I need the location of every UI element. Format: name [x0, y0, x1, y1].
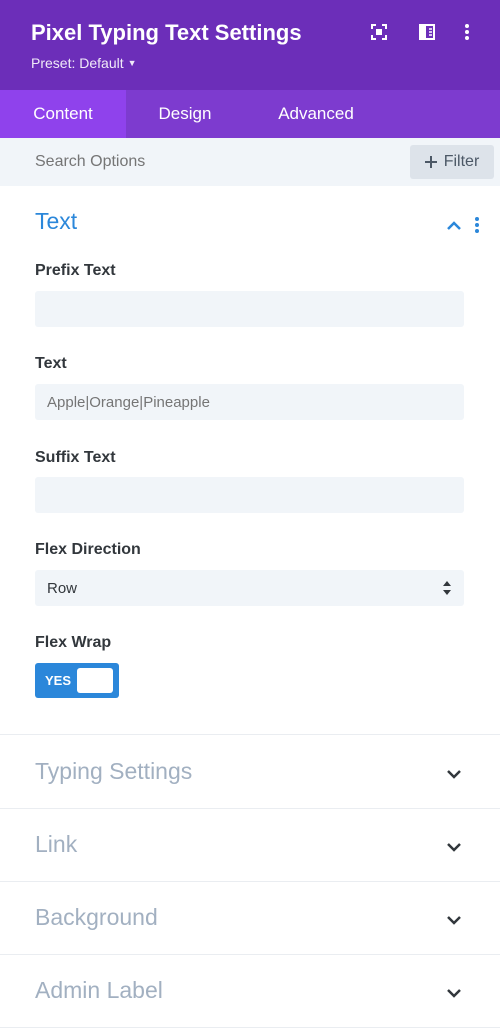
tab-advanced[interactable]: Advanced [244, 90, 388, 138]
toggle-knob [77, 668, 113, 693]
text-input[interactable] [35, 384, 464, 420]
section-typing-settings[interactable]: Typing Settings [0, 736, 500, 809]
text-label: Text [35, 355, 67, 372]
plus-icon [424, 156, 437, 168]
filter-label: Filter [443, 153, 480, 170]
settings-tabs: Content Design Advanced [0, 90, 500, 138]
section-admin-label[interactable]: Admin Label [0, 955, 500, 1028]
preset-label: Preset: Default [31, 55, 124, 71]
suffix-text-input[interactable] [35, 477, 464, 513]
section-title: Background [35, 904, 158, 930]
flex-direction-label: Flex Direction [35, 541, 141, 558]
flex-wrap-toggle[interactable]: YES [35, 663, 119, 698]
caret-down-icon: ▼ [127, 58, 137, 68]
text-section: Text Prefix Text Text Suffix Text Flex D… [0, 186, 500, 735]
chevron-down-icon [444, 837, 464, 857]
section-title: Admin Label [35, 977, 163, 1003]
filter-button[interactable]: Filter [410, 145, 494, 179]
suffix-text-label: Suffix Text [35, 449, 116, 466]
more-options-icon[interactable] [456, 21, 478, 43]
focus-icon[interactable] [368, 21, 390, 43]
prefix-text-label: Prefix Text [35, 262, 116, 279]
select-arrows-icon [443, 581, 451, 595]
sidebar-toggle-icon[interactable] [416, 21, 438, 43]
section-title: Typing Settings [35, 758, 193, 784]
flex-wrap-label: Flex Wrap [35, 634, 112, 651]
modal-title: Pixel Typing Text Settings [31, 20, 302, 45]
tab-design[interactable]: Design [126, 90, 244, 138]
section-menu-icon[interactable] [474, 216, 488, 236]
section-title: Link [35, 831, 78, 857]
chevron-up-icon[interactable] [444, 216, 464, 236]
chevron-down-icon [444, 910, 464, 930]
section-title[interactable]: Text [35, 208, 77, 235]
tab-content[interactable]: Content [0, 90, 126, 138]
chevron-down-icon [444, 983, 464, 1003]
settings-header: Pixel Typing Text Settings Preset: Defau… [0, 0, 500, 90]
flex-direction-value: Row [47, 579, 78, 597]
toggle-state-label: YES [45, 673, 72, 688]
search-bar: Filter [0, 138, 500, 186]
preset-dropdown[interactable]: Preset: Default ▼ [31, 55, 137, 71]
search-input[interactable] [35, 153, 375, 171]
flex-direction-select[interactable]: Row [35, 570, 464, 606]
section-background[interactable]: Background [0, 882, 500, 955]
section-link[interactable]: Link [0, 809, 500, 882]
chevron-down-icon [444, 764, 464, 784]
prefix-text-input[interactable] [35, 291, 464, 327]
